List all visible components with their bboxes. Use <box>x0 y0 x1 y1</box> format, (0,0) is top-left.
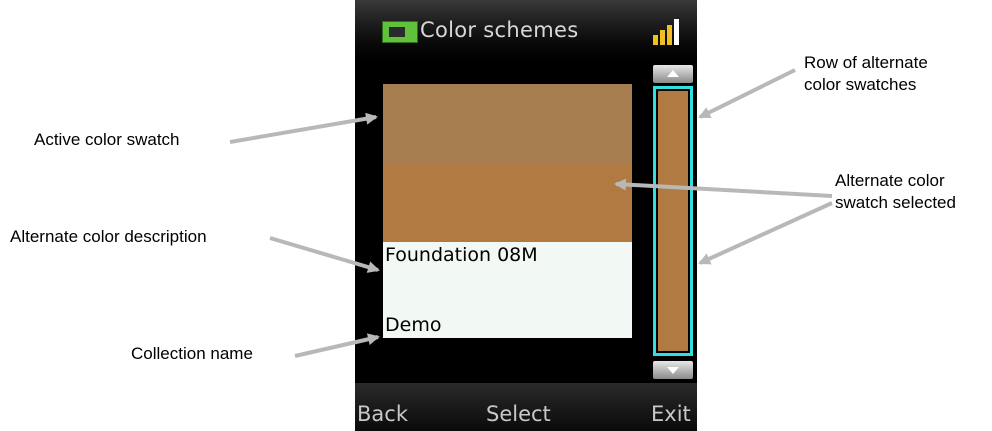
arrow-selected-main <box>614 178 833 198</box>
arrow-active-swatch <box>229 112 378 144</box>
arrow-selected-row <box>698 201 833 265</box>
arrow-alt-description <box>269 236 380 273</box>
arrow-collection-name <box>294 333 380 358</box>
callout-arrows <box>229 68 833 358</box>
arrow-row <box>698 68 796 119</box>
